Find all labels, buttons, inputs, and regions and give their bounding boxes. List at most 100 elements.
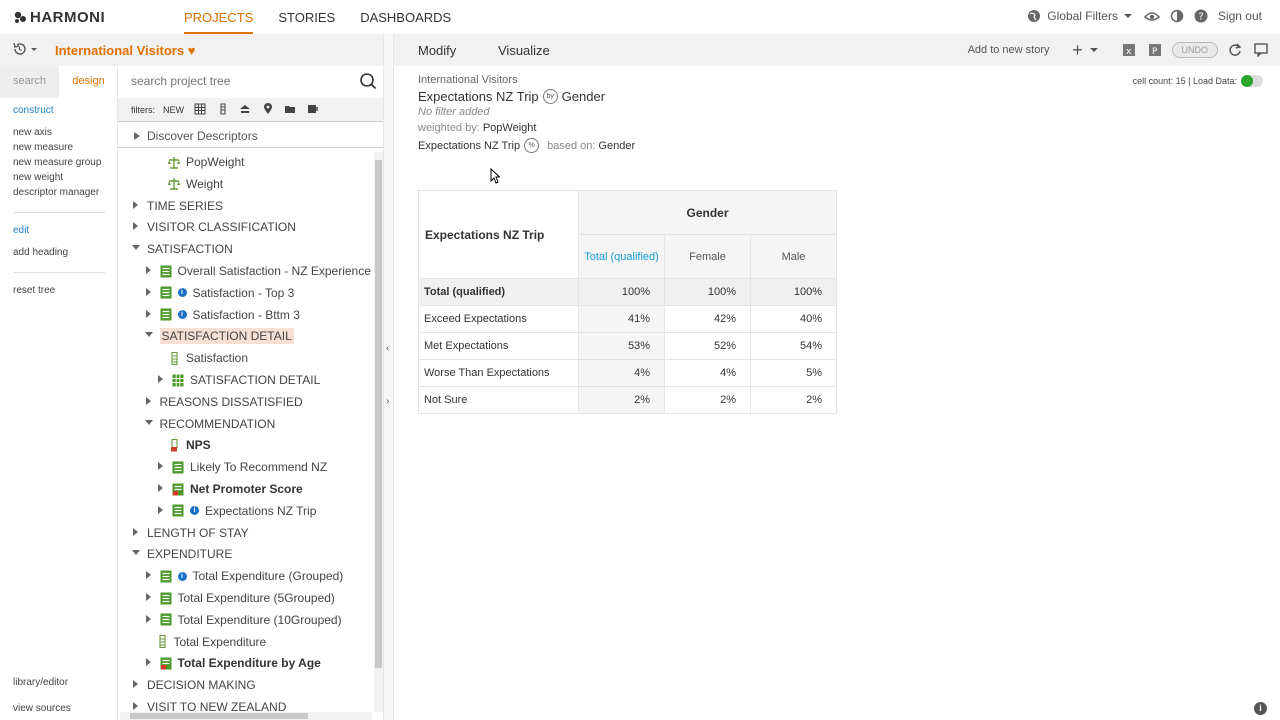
row-label[interactable]: Not Sure — [418, 386, 579, 414]
caret-right-icon[interactable] — [131, 220, 143, 234]
descriptor-manager-link[interactable]: descriptor manager — [13, 185, 105, 200]
percent-icon[interactable]: % — [524, 138, 540, 153]
tree-item[interactable]: NPS — [156, 435, 211, 455]
tree-item[interactable]: Weight — [156, 174, 223, 194]
caret-right-icon[interactable] — [144, 613, 156, 627]
info-icon[interactable]: i — [1254, 702, 1267, 715]
caret-right-icon[interactable] — [144, 308, 156, 322]
load-data-toggle[interactable] — [1241, 75, 1263, 87]
tree-item[interactable]: Net Promoter Score — [156, 479, 303, 499]
tree-item[interactable]: i Satisfaction - Top 3 — [144, 283, 294, 303]
tab-search[interactable]: search — [0, 66, 59, 98]
global-filters-button[interactable]: Global Filters — [1027, 9, 1134, 23]
tree-item[interactable]: REASONS DISSATISFIED — [144, 392, 303, 412]
expand-right-icon[interactable]: › — [386, 396, 389, 407]
new-axis-link[interactable]: new axis — [13, 125, 105, 140]
nav-stories[interactable]: STORIES — [278, 0, 335, 34]
weight-name[interactable]: PopWeight — [483, 122, 537, 134]
tree-item[interactable]: i Total Expenditure (Grouped) — [144, 566, 343, 586]
tree-item[interactable]: DECISION MAKING — [131, 675, 256, 695]
add-to-story-link[interactable]: Add to new story — [968, 44, 1050, 56]
column-variable[interactable]: Gender — [562, 89, 605, 104]
column-group-header[interactable]: Gender — [578, 190, 837, 235]
info-icon[interactable]: i — [190, 506, 199, 516]
tree-item[interactable]: i Satisfaction - Bttm 3 — [144, 305, 300, 325]
caret-right-icon[interactable] — [144, 286, 156, 300]
tree-item[interactable]: VISITOR CLASSIFICATION — [131, 217, 296, 237]
row-label[interactable]: Met Expectations — [418, 332, 579, 360]
tab-visualize[interactable]: Visualize — [498, 43, 550, 58]
nav-dashboards[interactable]: DASHBOARDS — [360, 0, 451, 34]
help-icon[interactable]: ? — [1194, 9, 1208, 23]
column-header[interactable]: Total (qualified) — [578, 234, 665, 279]
tree-item[interactable]: Total Expenditure (10Grouped) — [144, 610, 342, 630]
tree-item[interactable]: Likely To Recommend NZ — [156, 457, 327, 477]
caret-down-icon[interactable] — [131, 547, 143, 561]
excel-icon[interactable]: x — [1122, 43, 1136, 57]
tree-item[interactable]: RECOMMENDATION — [144, 414, 275, 434]
view-sources-link[interactable]: view sources — [13, 703, 71, 714]
tree-item[interactable]: TIME SERIES — [131, 196, 223, 216]
tree-item[interactable]: i Expectations NZ Trip — [156, 501, 316, 521]
scroll-thumb[interactable] — [375, 160, 382, 668]
tree-item[interactable]: Overall Satisfaction - NZ Experience — [144, 261, 371, 281]
caret-right-icon[interactable] — [144, 569, 156, 583]
tree-item[interactable]: Total Expenditure by Age — [144, 653, 321, 673]
row-label[interactable]: Worse Than Expectations — [418, 359, 579, 387]
table-filter-icon[interactable] — [307, 103, 319, 115]
tree-horizontal-scrollbar[interactable] — [120, 712, 372, 720]
comment-icon[interactable] — [1254, 43, 1268, 57]
new-weight-link[interactable]: new weight — [13, 170, 105, 185]
based-on-value[interactable]: Gender — [598, 140, 635, 152]
harmoni-logo[interactable]: HARMONI — [13, 9, 105, 26]
by-icon[interactable]: by — [542, 89, 558, 104]
tab-modify[interactable]: Modify — [418, 43, 456, 58]
column-header[interactable]: Male — [750, 234, 837, 279]
caret-right-icon[interactable] — [144, 264, 156, 278]
nav-projects[interactable]: PROJECTS — [184, 0, 254, 34]
tree-vertical-scrollbar[interactable] — [374, 152, 383, 712]
tab-design[interactable]: design — [59, 66, 118, 98]
caret-right-icon[interactable] — [156, 460, 168, 474]
panel-splitter[interactable]: ‹ › — [383, 34, 394, 720]
tree-item[interactable]: Satisfaction — [156, 348, 248, 368]
add-menu-button[interactable]: + — [1062, 40, 1110, 60]
tree-item[interactable]: LENGTH OF STAY — [131, 523, 249, 543]
caret-down-icon[interactable] — [144, 329, 156, 343]
powerpoint-icon[interactable]: P — [1148, 43, 1162, 57]
caret-right-icon[interactable] — [144, 656, 156, 670]
caret-right-icon[interactable] — [131, 678, 143, 692]
contrast-icon[interactable] — [1170, 9, 1184, 23]
caret-right-icon[interactable] — [131, 199, 143, 213]
undo-button[interactable]: UNDO — [1171, 42, 1218, 58]
tree-item[interactable]: PopWeight — [156, 154, 244, 172]
new-measure-link[interactable]: new measure — [13, 140, 105, 155]
eye-icon[interactable] — [1143, 9, 1160, 23]
new-measure-group-link[interactable]: new measure group — [13, 155, 105, 170]
heart-icon[interactable]: ♥ — [188, 43, 196, 58]
sign-out-link[interactable]: Sign out — [1218, 9, 1262, 23]
info-icon[interactable]: i — [177, 288, 187, 298]
tree-item[interactable]: SATISFACTION DETAIL — [144, 326, 294, 346]
library-editor-link[interactable]: library/editor — [13, 677, 68, 688]
search-icon[interactable] — [359, 72, 377, 90]
grid-filter-icon[interactable] — [194, 103, 206, 115]
caret-down-icon[interactable] — [144, 417, 156, 431]
refresh-icon[interactable] — [1228, 43, 1242, 57]
tree-item[interactable]: Total Expenditure — [144, 632, 266, 652]
history-button[interactable] — [12, 42, 38, 59]
tree-item[interactable]: EXPENDITURE — [131, 544, 232, 564]
reset-tree-link[interactable]: reset tree — [13, 283, 105, 298]
base-variable[interactable]: Expectations NZ Trip — [418, 140, 520, 152]
filter-new-button[interactable]: NEW — [163, 105, 184, 115]
scroll-thumb[interactable] — [130, 713, 308, 719]
tree-item[interactable]: SATISFACTION — [131, 239, 233, 259]
caret-right-icon[interactable] — [156, 373, 168, 387]
row-label[interactable]: Total (qualified) — [418, 278, 579, 306]
info-icon[interactable]: i — [177, 571, 187, 581]
location-filter-icon[interactable] — [262, 103, 274, 115]
bar-filter-icon[interactable] — [217, 103, 229, 115]
caret-right-icon[interactable] — [144, 591, 156, 605]
tree-item[interactable]: Total Expenditure (5Grouped) — [144, 588, 335, 608]
column-header[interactable]: Female — [664, 234, 751, 279]
